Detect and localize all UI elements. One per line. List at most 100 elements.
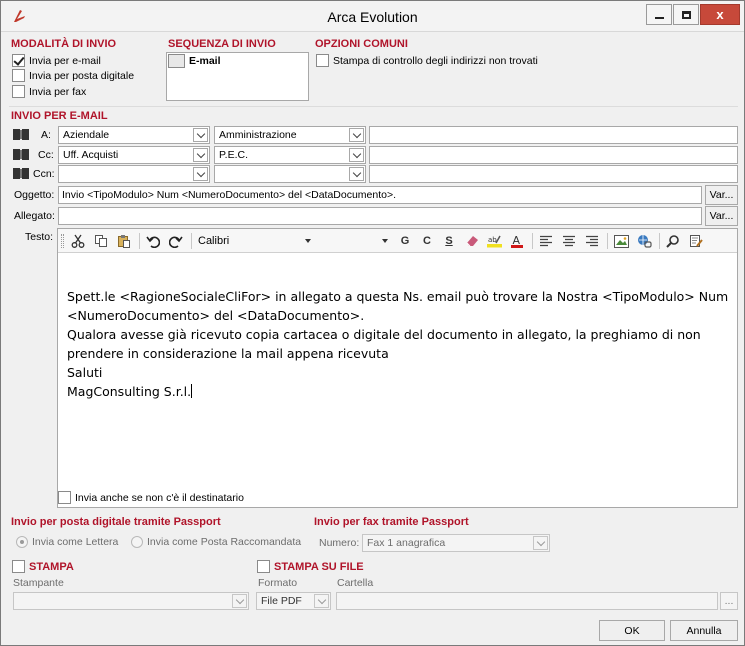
align-center-icon[interactable] — [559, 232, 579, 250]
formato-value: File PDF — [261, 595, 302, 607]
radio-lettera[interactable]: Invia come Lettera — [16, 536, 118, 548]
chevron-down-icon[interactable] — [314, 594, 329, 608]
font-family-value: Calibri — [198, 235, 230, 247]
edit-source-icon[interactable] — [686, 232, 706, 250]
toolbar-separator — [532, 233, 533, 249]
font-family-select[interactable]: Calibri — [195, 232, 315, 250]
dialog-window: Arca Evolution x MODALITÀ DI INVIO Invia… — [0, 0, 745, 646]
stampa-option[interactable]: STAMPA — [12, 560, 74, 573]
address-book-icon[interactable] — [13, 129, 29, 140]
allegato-var-button[interactable]: Var... — [705, 206, 738, 226]
paste-icon[interactable] — [114, 232, 134, 250]
minimize-button[interactable] — [646, 4, 672, 25]
fax-checkbox[interactable] — [12, 85, 25, 98]
maximize-button[interactable] — [673, 4, 699, 25]
a-address-field[interactable] — [369, 126, 738, 144]
redo-icon[interactable] — [166, 232, 186, 250]
cc-type-combo[interactable]: Uff. Acquisti — [58, 146, 210, 164]
stampa-file-checkbox[interactable] — [257, 560, 270, 573]
link-icon[interactable] — [634, 232, 654, 250]
align-left-icon[interactable] — [536, 232, 556, 250]
stampa-checkbox[interactable] — [12, 560, 25, 573]
ccn-type-combo[interactable] — [58, 165, 210, 183]
copy-icon[interactable] — [91, 232, 111, 250]
underline-button[interactable]: S — [440, 232, 458, 250]
bold-button[interactable]: G — [396, 232, 414, 250]
cut-icon[interactable] — [68, 232, 88, 250]
stampante-combo[interactable] — [13, 592, 249, 610]
ccn-address-field[interactable] — [369, 165, 738, 183]
sequenza-item-marker — [168, 54, 185, 68]
sequenza-item[interactable]: E-mail — [168, 54, 221, 68]
stampante-label: Stampante — [13, 577, 64, 589]
radio-raccomandata[interactable]: Invia come Posta Raccomandata — [131, 536, 301, 548]
invia-anche-option[interactable]: Invia anche se non c'è il destinatario — [58, 491, 244, 504]
fax-numero-combo[interactable]: Fax 1 anagrafica — [362, 534, 550, 552]
invia-anche-checkbox[interactable] — [58, 491, 71, 504]
sequenza-list[interactable]: E-mail — [166, 52, 309, 101]
option-stampa-controllo[interactable]: Stampa di controllo degli indirizzi non … — [316, 54, 538, 67]
formato-label: Formato — [258, 577, 298, 589]
font-color-icon[interactable]: A — [507, 232, 527, 250]
cartella-label: Cartella — [337, 577, 374, 589]
opzioni-title: OPZIONI COMUNI — [315, 38, 408, 50]
editor-toolbar: Calibri G C S ab A — [58, 229, 737, 253]
cc-role-combo[interactable]: P.E.C. — [214, 146, 366, 164]
highlight-icon[interactable]: ab — [484, 232, 504, 250]
chevron-down-icon[interactable] — [232, 594, 247, 608]
formato-combo[interactable]: File PDF — [256, 592, 331, 610]
chevron-down-icon[interactable] — [533, 536, 548, 550]
stampa-controllo-checkbox[interactable] — [316, 54, 329, 67]
address-book-icon[interactable] — [13, 168, 29, 179]
browse-button[interactable]: ... — [720, 592, 738, 610]
allegato-field[interactable] — [58, 207, 702, 225]
toolbar-separator — [191, 233, 192, 249]
chevron-down-icon[interactable] — [193, 167, 208, 181]
close-button[interactable]: x — [700, 4, 740, 25]
message-body[interactable]: Spett.le <RagioneSocialeCliFor> in alleg… — [67, 287, 728, 401]
option-fax-label: Invia per fax — [29, 85, 87, 98]
radio-raccomandata-input[interactable] — [131, 536, 143, 548]
annulla-button[interactable]: Annulla — [670, 620, 738, 641]
testo-label: Testo: — [25, 231, 54, 243]
body-line-text: MagConsulting S.r.l. — [67, 384, 192, 399]
window-title: Arca Evolution — [327, 9, 418, 25]
cc-address-field[interactable] — [369, 146, 738, 164]
stampa-file-option[interactable]: STAMPA SU FILE — [257, 560, 364, 573]
chevron-down-icon[interactable] — [349, 128, 364, 142]
toolbar-grip — [61, 234, 64, 248]
posta-digitale-checkbox[interactable] — [12, 69, 25, 82]
option-fax[interactable]: Invia per fax — [12, 85, 86, 98]
chevron-down-icon[interactable] — [193, 128, 208, 142]
address-book-icon[interactable] — [13, 149, 29, 160]
italic-button[interactable]: C — [418, 232, 436, 250]
oggetto-field[interactable]: Invio <TipoModulo> Num <NumeroDocumento>… — [58, 186, 702, 204]
font-size-select[interactable] — [318, 232, 392, 250]
chevron-down-icon[interactable] — [349, 167, 364, 181]
a-type-combo[interactable]: Aziendale — [58, 126, 210, 144]
a-label: A: — [41, 129, 51, 141]
stampa-title: STAMPA — [29, 560, 74, 573]
option-email[interactable]: Invia per e-mail — [12, 54, 101, 67]
modalita-title: MODALITÀ DI INVIO — [11, 38, 117, 50]
ccn-role-combo[interactable] — [214, 165, 366, 183]
radio-lettera-input[interactable] — [16, 536, 28, 548]
option-posta-digitale[interactable]: Invia per posta digitale — [12, 69, 134, 82]
cartella-field[interactable] — [336, 592, 718, 610]
chevron-down-icon[interactable] — [193, 148, 208, 162]
oggetto-var-button[interactable]: Var... — [705, 185, 738, 205]
dropdown-arrow-icon — [305, 239, 311, 243]
image-icon[interactable] — [611, 232, 631, 250]
invia-anche-label: Invia anche se non c'è il destinatario — [75, 491, 244, 504]
align-right-icon[interactable] — [582, 232, 602, 250]
radio-lettera-label: Invia come Lettera — [32, 536, 119, 548]
sequenza-title: SEQUENZA DI INVIO — [168, 38, 276, 50]
chevron-down-icon[interactable] — [349, 148, 364, 162]
ok-button[interactable]: OK — [599, 620, 665, 641]
close-icon: x — [716, 7, 724, 22]
search-icon[interactable] — [663, 232, 683, 250]
undo-icon[interactable] — [143, 232, 163, 250]
email-checkbox[interactable] — [12, 54, 25, 67]
a-role-combo[interactable]: Amministrazione — [214, 126, 366, 144]
eraser-icon[interactable] — [462, 232, 482, 250]
